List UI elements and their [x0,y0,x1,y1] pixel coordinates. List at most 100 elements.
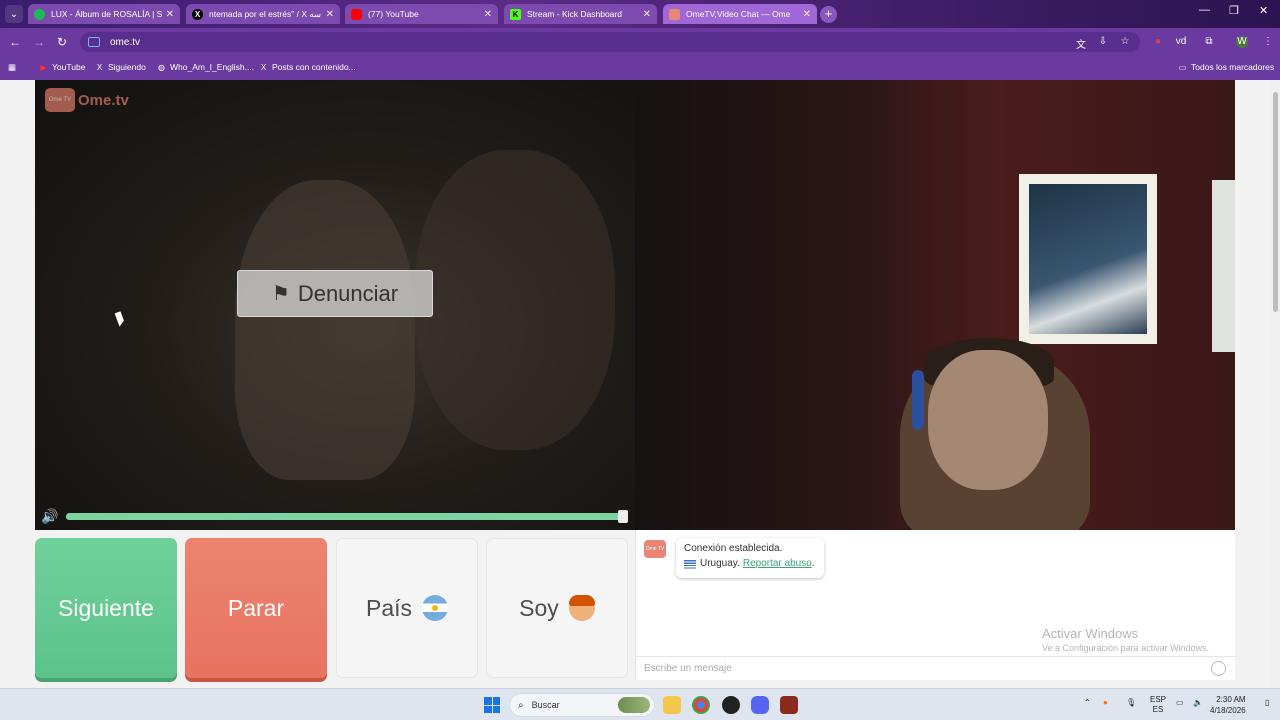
gender-label: Soy [519,594,559,621]
boy-emoji-icon [568,595,595,621]
system-message: Conexión establecida. Uruguay. Reportar … [676,538,824,578]
star-icon[interactable]: ☆ [1119,36,1131,48]
new-tab-button[interactable]: + [820,6,837,23]
network-icon[interactable]: ▭ [1176,698,1184,707]
period: . [811,558,815,569]
watermark-title: Activar Windows [1042,626,1139,641]
discord-icon[interactable] [751,696,769,714]
avast-icon[interactable]: ● [1103,698,1108,707]
tab-search-chevron-icon[interactable]: ⌄ [5,5,23,23]
volume-slider[interactable] [66,510,628,523]
file-explorer-icon[interactable] [663,696,681,714]
message-input[interactable]: Escribe un mensaje [636,656,1236,680]
next-button[interactable]: Siguiente [35,538,177,678]
country-text: Uruguay. [700,558,740,569]
report-button[interactable]: ⚑ Denunciar [237,270,433,317]
country-button[interactable]: País [336,538,478,678]
clock-date: 4/18/2026 [1210,706,1246,715]
taskbar-search[interactable]: ⌕ Buscar [509,693,655,717]
profile-avatar-icon[interactable]: W [1236,36,1248,48]
tab-title: Stream - Kick Dashboard [527,9,622,19]
chrome-icon[interactable] [692,696,710,714]
close-icon[interactable]: ✕ [643,9,651,20]
minimize-icon[interactable]: — [1199,4,1210,16]
system-clock[interactable]: 2:30 AM 4/18/2026 [1210,694,1246,716]
bookmark-posts[interactable]: X Posts con contenido... [259,62,356,72]
window-close-icon[interactable]: ✕ [1259,4,1268,17]
report-abuse-link[interactable]: Reportar abuso [743,558,812,569]
all-bookmarks[interactable]: ▭ Todos los marcadores [1178,62,1274,72]
tab-title: ntemada por el estrés" / X سه [209,8,322,19]
app-icon[interactable] [722,696,740,714]
page-scrollbar[interactable] [1270,80,1280,688]
flag-icon: ⚑ [271,283,290,305]
search-icon: ⌕ [518,699,524,711]
extension-icon[interactable]: ● [1152,36,1164,48]
ometv-logo: Ome TV Ome.tv [45,88,129,112]
lang-secondary: ES [1152,705,1164,714]
tab-strip: ⌄ LUX - Álbum de ROSALÍA | Spo ✕ X ntema… [0,0,1280,28]
forward-icon[interactable]: → [33,35,45,49]
ometv-icon [669,8,680,20]
game-icon[interactable] [780,696,798,714]
emoji-icon[interactable] [1211,661,1226,676]
back-icon[interactable]: ← [9,35,21,49]
video-figure [900,338,1090,530]
partner-video: Ome TV Ome.tv ⚑ Denunciar 🔊 [35,80,635,530]
search-highlight-image [618,697,650,713]
notifications-icon[interactable]: ▯ [1265,698,1269,707]
scrollbar-thumb[interactable] [1273,92,1278,312]
close-icon[interactable]: ✕ [326,9,334,20]
stop-label: Parar [227,594,285,621]
connection-text: Conexión establecida. [684,543,783,554]
bookmark-who-am-i[interactable]: ◍ Who_Am_I_English.... [157,62,254,72]
bookmark-label: Who_Am_I_English.... [170,62,255,72]
restore-icon[interactable]: ❐ [1229,4,1239,17]
extension-vd-icon[interactable]: vd [1175,36,1187,48]
bookmark-label: YouTube [52,62,86,72]
next-label: Siguiente [58,594,154,621]
gender-button[interactable]: Soy [486,538,628,678]
volume-thumb[interactable] [618,510,628,523]
tab-title: OmeTV,Video Chat — Ome [686,9,791,19]
close-icon[interactable]: ✕ [803,9,811,20]
tab-title: (77) YouTube [368,9,419,19]
tab-spotify[interactable]: LUX - Álbum de ROSALÍA | Spo ✕ [28,4,180,24]
volume-icon[interactable]: 🔊 [41,508,58,525]
volume-fill [66,510,628,523]
country-label: País [365,594,413,621]
close-icon[interactable]: ✕ [166,9,174,20]
reload-icon[interactable]: ↻ [57,35,67,49]
microphone-icon[interactable]: 🎙 [1126,698,1136,707]
ometv-chat-icon: Ome TV [644,540,666,558]
kick-icon: K [510,8,521,20]
bookmarks-bar: ▦ ▶ YouTube X Siguiendo ◍ Who_Am_I_Engli… [0,56,1280,80]
message-placeholder: Escribe un mensaje [644,663,732,674]
video-figure [415,150,615,450]
mouse-cursor-icon [114,311,126,327]
tab-ometv[interactable]: OmeTV,Video Chat — Ome ✕ [663,4,817,24]
speaker-icon[interactable]: 🔈 [1193,698,1203,707]
stop-button[interactable]: Parar [185,538,327,678]
globe-icon: ◍ [158,62,165,72]
install-app-icon[interactable]: ⇩ [1097,36,1109,48]
close-icon[interactable]: ✕ [484,9,492,20]
site-info-icon[interactable] [88,37,100,47]
apps-grid-icon[interactable]: ▦ [8,62,16,73]
tab-youtube[interactable]: (77) YouTube ✕ [345,4,498,24]
windows-start-icon[interactable] [484,697,500,713]
url-field[interactable]: ome.tv [80,32,1140,52]
folder-icon: ▭ [1178,62,1187,72]
youtube-icon [351,8,362,20]
extensions-puzzle-icon[interactable]: ⧉ [1203,36,1215,48]
argentina-flag-icon [422,595,449,621]
tab-kick[interactable]: K Stream - Kick Dashboard ✕ [504,4,657,24]
tab-x[interactable]: X ntemada por el estrés" / X سه ✕ [186,4,340,24]
translate-icon[interactable]: 文 [1075,36,1087,51]
language-indicator[interactable]: ESP ES [1150,695,1166,715]
menu-dots-icon[interactable]: ⋮ [1262,36,1274,48]
watermark-subtitle: Ve a Configuración para activar Windows. [1042,643,1210,653]
chevron-up-icon[interactable]: ⌃ [1084,698,1091,707]
bookmark-youtube[interactable]: ▶ YouTube [39,62,85,72]
bookmark-siguiendo[interactable]: X Siguiendo [95,62,146,72]
